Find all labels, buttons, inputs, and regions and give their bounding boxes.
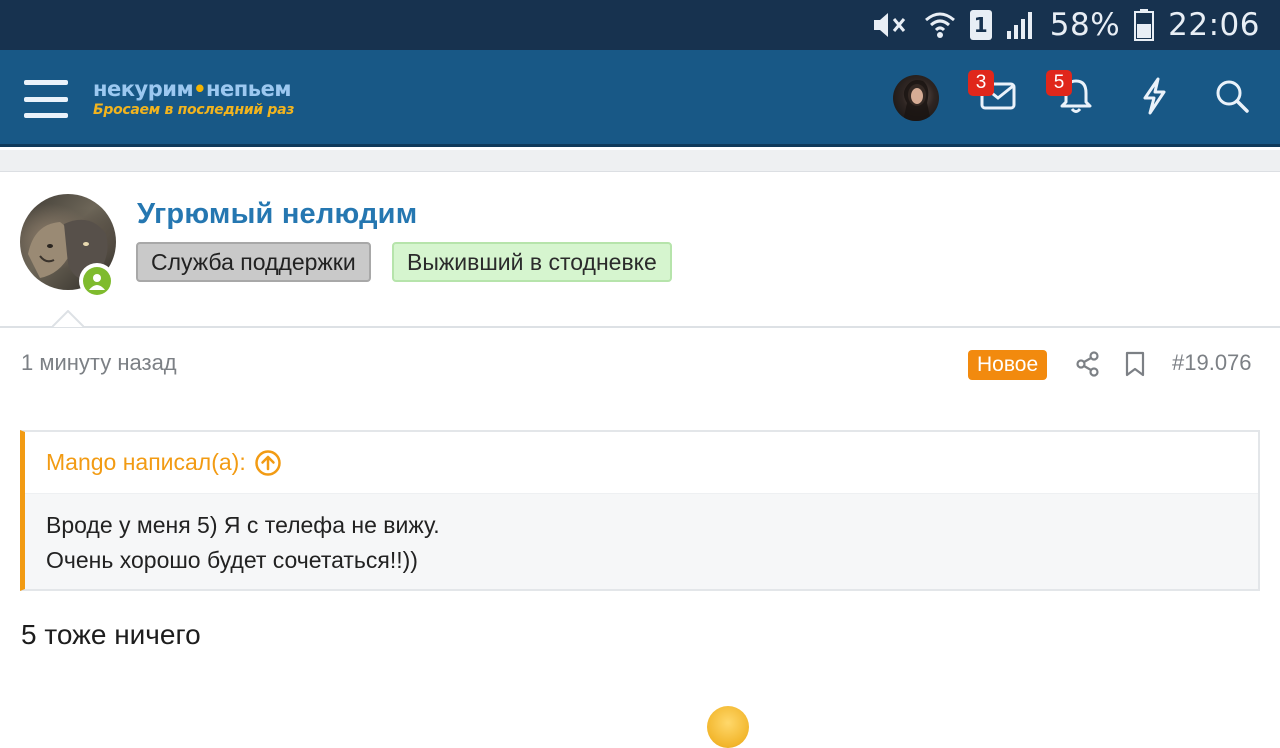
new-post-badge: Новое [968,350,1048,380]
search-icon [1214,78,1250,119]
battery-percent: 58% [1049,7,1121,43]
logo-tagline: Бросаем в последний раз [93,102,295,118]
caret-up-icon [52,310,84,328]
user-icon [89,274,105,290]
inbox-badge: 3 [968,70,994,96]
quote-line: Очень хорошо будет сочетаться!!)) [46,547,418,573]
inbox-button[interactable]: 3 [968,70,1022,122]
lightning-icon [1139,77,1169,120]
online-status-indicator [79,263,115,299]
sim-icon: 1 [969,10,992,40]
battery-icon [1134,9,1155,41]
post-time[interactable]: 1 минуту назад [21,350,177,376]
app-header: некурим•непьем Бросаем в последний раз 3… [0,50,1280,147]
smiley-emoji-icon [707,706,749,748]
quote-block: Mango написал(а): Вроде у меня 5) Я с те… [20,430,1260,591]
user-banner-survivor: Выживший в стодневке [392,242,672,282]
arrow-up-circle-icon[interactable] [254,449,282,477]
clock: 22:06 [1168,7,1260,43]
post-body-text: 5 тоже ничего [21,619,201,650]
logo-wordmark: некурим•непьем [93,77,291,101]
alerts-button[interactable]: 5 [1046,70,1100,122]
header-separator [0,150,1280,172]
author-name[interactable]: Угрюмый нелюдим [137,198,417,231]
user-banner-support: Служба поддержки [136,242,371,282]
user-block-divider [0,326,1280,328]
post-user-block: Угрюмый нелюдим Служба поддержки Выживши… [0,173,1280,328]
alerts-badge: 5 [1046,70,1072,96]
bookmark-icon[interactable] [1121,350,1149,378]
quote-author[interactable]: Mango написал(а): [46,449,246,476]
signal-icon [1006,11,1036,39]
site-logo[interactable]: некурим•непьем Бросаем в последний раз [93,77,294,119]
quote-content: Вроде у меня 5) Я с телефа не вижу. Очен… [25,494,1258,578]
status-bar: 1 58% 22:06 [0,0,1280,50]
quote-line: Вроде у меня 5) Я с телефа не вижу. [46,512,440,538]
search-button[interactable] [1208,74,1256,122]
wifi-icon [924,10,956,40]
account-avatar[interactable] [893,75,939,121]
menu-icon[interactable] [24,80,68,118]
whats-new-button[interactable] [1130,74,1178,122]
share-icon[interactable] [1074,350,1102,378]
mute-icon [870,10,910,40]
post-number-link[interactable]: #19.076 [1172,350,1252,376]
quote-header: Mango написал(а): [25,432,1258,494]
